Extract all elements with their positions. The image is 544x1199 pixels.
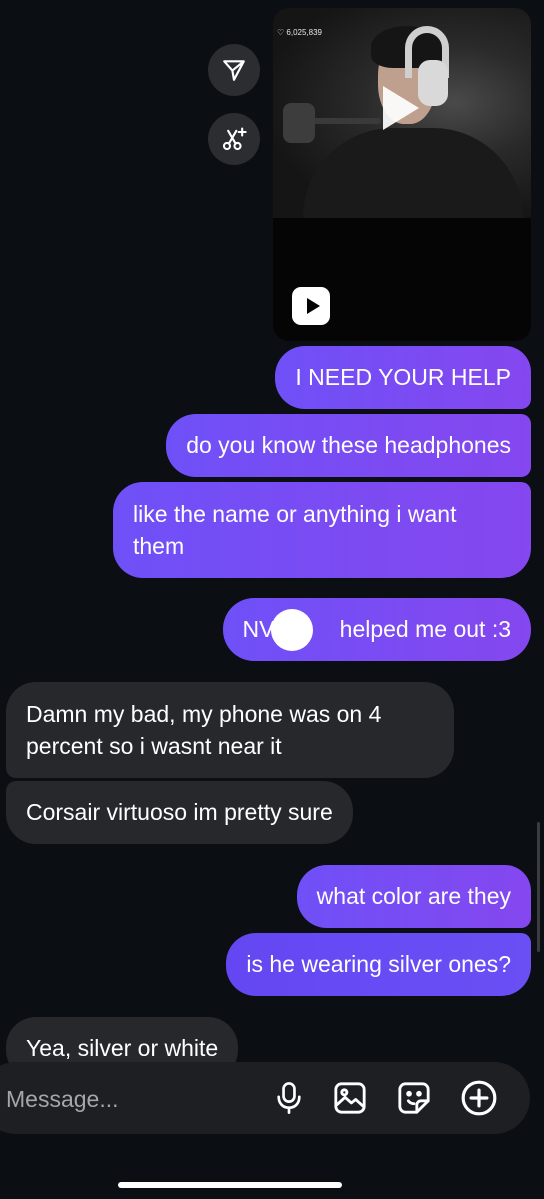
play-icon[interactable] (383, 86, 419, 130)
received-message[interactable]: Corsair virtuoso im pretty sure (6, 781, 353, 844)
message-text-end: helped me out :3 (339, 616, 511, 642)
plus-circle-icon[interactable] (459, 1078, 499, 1118)
received-message[interactable]: Damn my bad, my phone was on 4 percent s… (6, 682, 454, 778)
headphone-cup (418, 60, 448, 106)
sent-message[interactable]: do you know these headphones (166, 414, 531, 477)
sent-message[interactable]: what color are they (296, 865, 531, 928)
scrollbar[interactable] (537, 822, 540, 952)
redaction-dot (271, 609, 313, 651)
sparkle-scissors-icon (222, 127, 247, 151)
sent-message[interactable]: like the name or anything i want them (113, 482, 531, 578)
chat-screen: ♡ 6,025,839 I NEED YOUR HELP do you know… (0, 0, 544, 1199)
reel-view-count: ♡ 6,025,839 (277, 28, 322, 37)
microphone-icon[interactable] (269, 1078, 309, 1118)
message-input[interactable] (6, 1080, 256, 1118)
sent-message[interactable]: NVM helped me out :3 (222, 598, 531, 661)
sent-message[interactable]: is he wearing silver ones? (226, 933, 531, 996)
sent-message[interactable]: I NEED YOUR HELP (275, 346, 531, 409)
share-button[interactable] (208, 44, 260, 96)
send-icon (223, 60, 245, 81)
sticker-icon[interactable] (394, 1078, 434, 1118)
studio-mic (283, 103, 315, 143)
home-indicator[interactable] (118, 1182, 342, 1188)
reels-icon (292, 287, 330, 325)
remix-button[interactable] (208, 113, 260, 165)
shared-reel-card[interactable]: ♡ 6,025,839 (273, 8, 531, 341)
image-icon[interactable] (330, 1078, 370, 1118)
reel-thumbnail[interactable]: ♡ 6,025,839 (273, 8, 531, 218)
person-silhouette (303, 128, 523, 218)
